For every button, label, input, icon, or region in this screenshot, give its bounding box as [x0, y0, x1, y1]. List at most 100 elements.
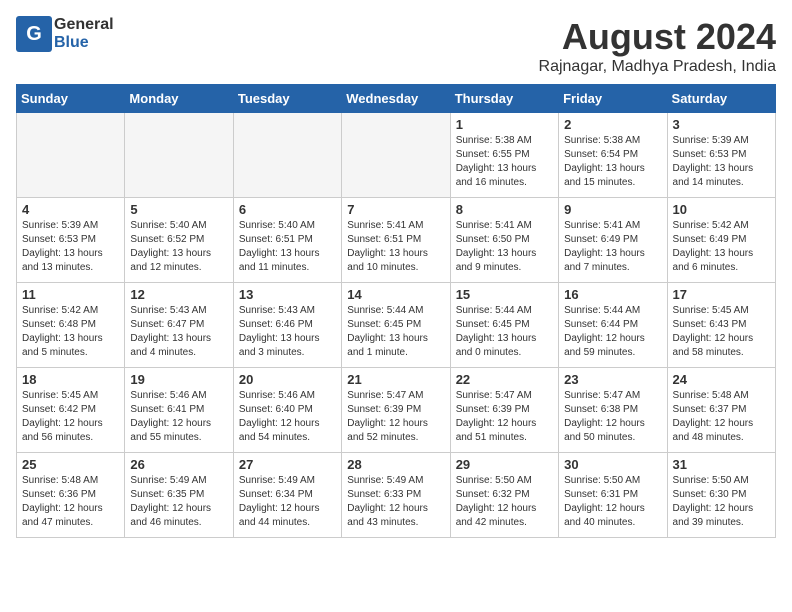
- day-number: 19: [130, 372, 227, 387]
- title-area: August 2024 Rajnagar, Madhya Pradesh, In…: [539, 16, 776, 76]
- cell-text: Sunrise: 5:47 AM Sunset: 6:38 PM Dayligh…: [564, 389, 661, 445]
- logo: G General Blue: [16, 16, 114, 52]
- day-number: 5: [130, 202, 227, 217]
- day-number: 31: [673, 457, 770, 472]
- cell-text: Sunrise: 5:38 AM Sunset: 6:55 PM Dayligh…: [456, 134, 553, 190]
- day-number: 7: [347, 202, 444, 217]
- table-row: 14Sunrise: 5:44 AM Sunset: 6:45 PM Dayli…: [342, 283, 450, 368]
- table-row: 29Sunrise: 5:50 AM Sunset: 6:32 PM Dayli…: [450, 453, 558, 538]
- table-row: 24Sunrise: 5:48 AM Sunset: 6:37 PM Dayli…: [667, 368, 775, 453]
- table-row: 10Sunrise: 5:42 AM Sunset: 6:49 PM Dayli…: [667, 198, 775, 283]
- table-row: 13 Sunrise: 5:43 AM Sunset: 6:46 PM Dayli…: [233, 283, 341, 368]
- header-tuesday: Tuesday: [233, 85, 341, 113]
- header-thursday: Thursday: [450, 85, 558, 113]
- logo-general-text: General: [54, 16, 114, 34]
- cell-text: Sunrise: 5:43 AM Sunset: 6:46 PM Dayligh…: [239, 304, 336, 360]
- cell-text: Sunrise: 5:50 AM Sunset: 6:31 PM Dayligh…: [564, 474, 661, 530]
- cell-text: Sunrise: 5:40 AM Sunset: 6:52 PM Dayligh…: [130, 219, 227, 275]
- table-row: 19 Sunrise: 5:46 AM Sunset: 6:41 PM Dayli…: [125, 368, 233, 453]
- cell-text: Sunrise: 5:41 AM Sunset: 6:49 PM Dayligh…: [564, 219, 661, 275]
- calendar-week-row: 11Sunrise: 5:42 AM Sunset: 6:48 PM Dayli…: [17, 283, 776, 368]
- logo-icon: G: [16, 16, 52, 52]
- cell-text: Sunrise: 5:50 AM Sunset: 6:30 PM Dayligh…: [673, 474, 770, 530]
- cell-text: Sunrise: 5:49 AM Sunset: 6:35 PM Dayligh…: [130, 474, 227, 530]
- day-number: 25: [22, 457, 119, 472]
- table-row: 18Sunrise: 5:45 AM Sunset: 6:42 PM Dayli…: [17, 368, 125, 453]
- day-number: 18: [22, 372, 119, 387]
- table-row: [233, 113, 341, 198]
- table-row: 9 Sunrise: 5:41 AM Sunset: 6:49 PM Daylig…: [559, 198, 667, 283]
- header-wednesday: Wednesday: [342, 85, 450, 113]
- cell-text: Sunrise: 5:46 AM Sunset: 6:41 PM Dayligh…: [130, 389, 227, 445]
- table-row: 7Sunrise: 5:41 AM Sunset: 6:51 PM Daylig…: [342, 198, 450, 283]
- cell-text: Sunrise: 5:41 AM Sunset: 6:50 PM Dayligh…: [456, 219, 553, 275]
- cell-text: Sunrise: 5:42 AM Sunset: 6:49 PM Dayligh…: [673, 219, 770, 275]
- day-number: 16: [564, 287, 661, 302]
- day-number: 2: [564, 117, 661, 132]
- cell-text: Sunrise: 5:44 AM Sunset: 6:45 PM Dayligh…: [456, 304, 553, 360]
- table-row: 26Sunrise: 5:49 AM Sunset: 6:35 PM Dayli…: [125, 453, 233, 538]
- table-row: 31 Sunrise: 5:50 AM Sunset: 6:30 PM Dayli…: [667, 453, 775, 538]
- cell-text: Sunrise: 5:39 AM Sunset: 6:53 PM Dayligh…: [673, 134, 770, 190]
- day-number: 14: [347, 287, 444, 302]
- day-number: 1: [456, 117, 553, 132]
- day-number: 3: [673, 117, 770, 132]
- cell-text: Sunrise: 5:47 AM Sunset: 6:39 PM Dayligh…: [456, 389, 553, 445]
- day-number: 6: [239, 202, 336, 217]
- calendar-table: Sunday Monday Tuesday Wednesday Thursday…: [16, 84, 776, 538]
- table-row: 22 Sunrise: 5:47 AM Sunset: 6:39 PM Dayli…: [450, 368, 558, 453]
- calendar-week-row: 25 Sunrise: 5:48 AM Sunset: 6:36 PM Dayli…: [17, 453, 776, 538]
- cell-text: Sunrise: 5:42 AM Sunset: 6:48 PM Dayligh…: [22, 304, 119, 360]
- calendar-header-row: Sunday Monday Tuesday Wednesday Thursday…: [17, 85, 776, 113]
- cell-text: Sunrise: 5:47 AM Sunset: 6:39 PM Dayligh…: [347, 389, 444, 445]
- table-row: 5 Sunrise: 5:40 AM Sunset: 6:52 PM Daylig…: [125, 198, 233, 283]
- table-row: 12Sunrise: 5:43 AM Sunset: 6:47 PM Dayli…: [125, 283, 233, 368]
- day-number: 27: [239, 457, 336, 472]
- table-row: 6 Sunrise: 5:40 AM Sunset: 6:51 PM Daylig…: [233, 198, 341, 283]
- cell-text: Sunrise: 5:49 AM Sunset: 6:33 PM Dayligh…: [347, 474, 444, 530]
- cell-text: Sunrise: 5:39 AM Sunset: 6:53 PM Dayligh…: [22, 219, 119, 275]
- day-number: 9: [564, 202, 661, 217]
- cell-text: Sunrise: 5:45 AM Sunset: 6:43 PM Dayligh…: [673, 304, 770, 360]
- table-row: 1 Sunrise: 5:38 AM Sunset: 6:55 PM Daylig…: [450, 113, 558, 198]
- table-row: 25 Sunrise: 5:48 AM Sunset: 6:36 PM Dayli…: [17, 453, 125, 538]
- subtitle: Rajnagar, Madhya Pradesh, India: [539, 58, 776, 76]
- day-number: 13: [239, 287, 336, 302]
- day-number: 20: [239, 372, 336, 387]
- calendar-week-row: 4Sunrise: 5:39 AM Sunset: 6:53 PM Daylig…: [17, 198, 776, 283]
- day-number: 21: [347, 372, 444, 387]
- table-row: 16Sunrise: 5:44 AM Sunset: 6:44 PM Dayli…: [559, 283, 667, 368]
- table-row: 30Sunrise: 5:50 AM Sunset: 6:31 PM Dayli…: [559, 453, 667, 538]
- table-row: 21 Sunrise: 5:47 AM Sunset: 6:39 PM Dayli…: [342, 368, 450, 453]
- cell-text: Sunrise: 5:49 AM Sunset: 6:34 PM Dayligh…: [239, 474, 336, 530]
- table-row: 27 Sunrise: 5:49 AM Sunset: 6:34 PM Dayli…: [233, 453, 341, 538]
- table-row: 15 Sunrise: 5:44 AM Sunset: 6:45 PM Dayli…: [450, 283, 558, 368]
- day-number: 22: [456, 372, 553, 387]
- header: G General Blue August 2024 Rajnagar, Mad…: [16, 16, 776, 76]
- cell-text: Sunrise: 5:46 AM Sunset: 6:40 PM Dayligh…: [239, 389, 336, 445]
- calendar-week-row: 18Sunrise: 5:45 AM Sunset: 6:42 PM Dayli…: [17, 368, 776, 453]
- logo-blue-text: Blue: [54, 34, 114, 52]
- header-sunday: Sunday: [17, 85, 125, 113]
- svg-text:G: G: [26, 23, 42, 45]
- table-row: [342, 113, 450, 198]
- table-row: 3 Sunrise: 5:39 AM Sunset: 6:53 PM Daylig…: [667, 113, 775, 198]
- header-monday: Monday: [125, 85, 233, 113]
- day-number: 15: [456, 287, 553, 302]
- day-number: 23: [564, 372, 661, 387]
- calendar-week-row: 1 Sunrise: 5:38 AM Sunset: 6:55 PM Daylig…: [17, 113, 776, 198]
- table-row: 2 Sunrise: 5:38 AM Sunset: 6:54 PM Daylig…: [559, 113, 667, 198]
- day-number: 24: [673, 372, 770, 387]
- main-title: August 2024: [539, 16, 776, 58]
- cell-text: Sunrise: 5:43 AM Sunset: 6:47 PM Dayligh…: [130, 304, 227, 360]
- table-row: [17, 113, 125, 198]
- table-row: 8Sunrise: 5:41 AM Sunset: 6:50 PM Daylig…: [450, 198, 558, 283]
- cell-text: Sunrise: 5:40 AM Sunset: 6:51 PM Dayligh…: [239, 219, 336, 275]
- cell-text: Sunrise: 5:48 AM Sunset: 6:36 PM Dayligh…: [22, 474, 119, 530]
- cell-text: Sunrise: 5:38 AM Sunset: 6:54 PM Dayligh…: [564, 134, 661, 190]
- day-number: 29: [456, 457, 553, 472]
- table-row: 11Sunrise: 5:42 AM Sunset: 6:48 PM Dayli…: [17, 283, 125, 368]
- day-number: 28: [347, 457, 444, 472]
- header-saturday: Saturday: [667, 85, 775, 113]
- table-row: 17Sunrise: 5:45 AM Sunset: 6:43 PM Dayli…: [667, 283, 775, 368]
